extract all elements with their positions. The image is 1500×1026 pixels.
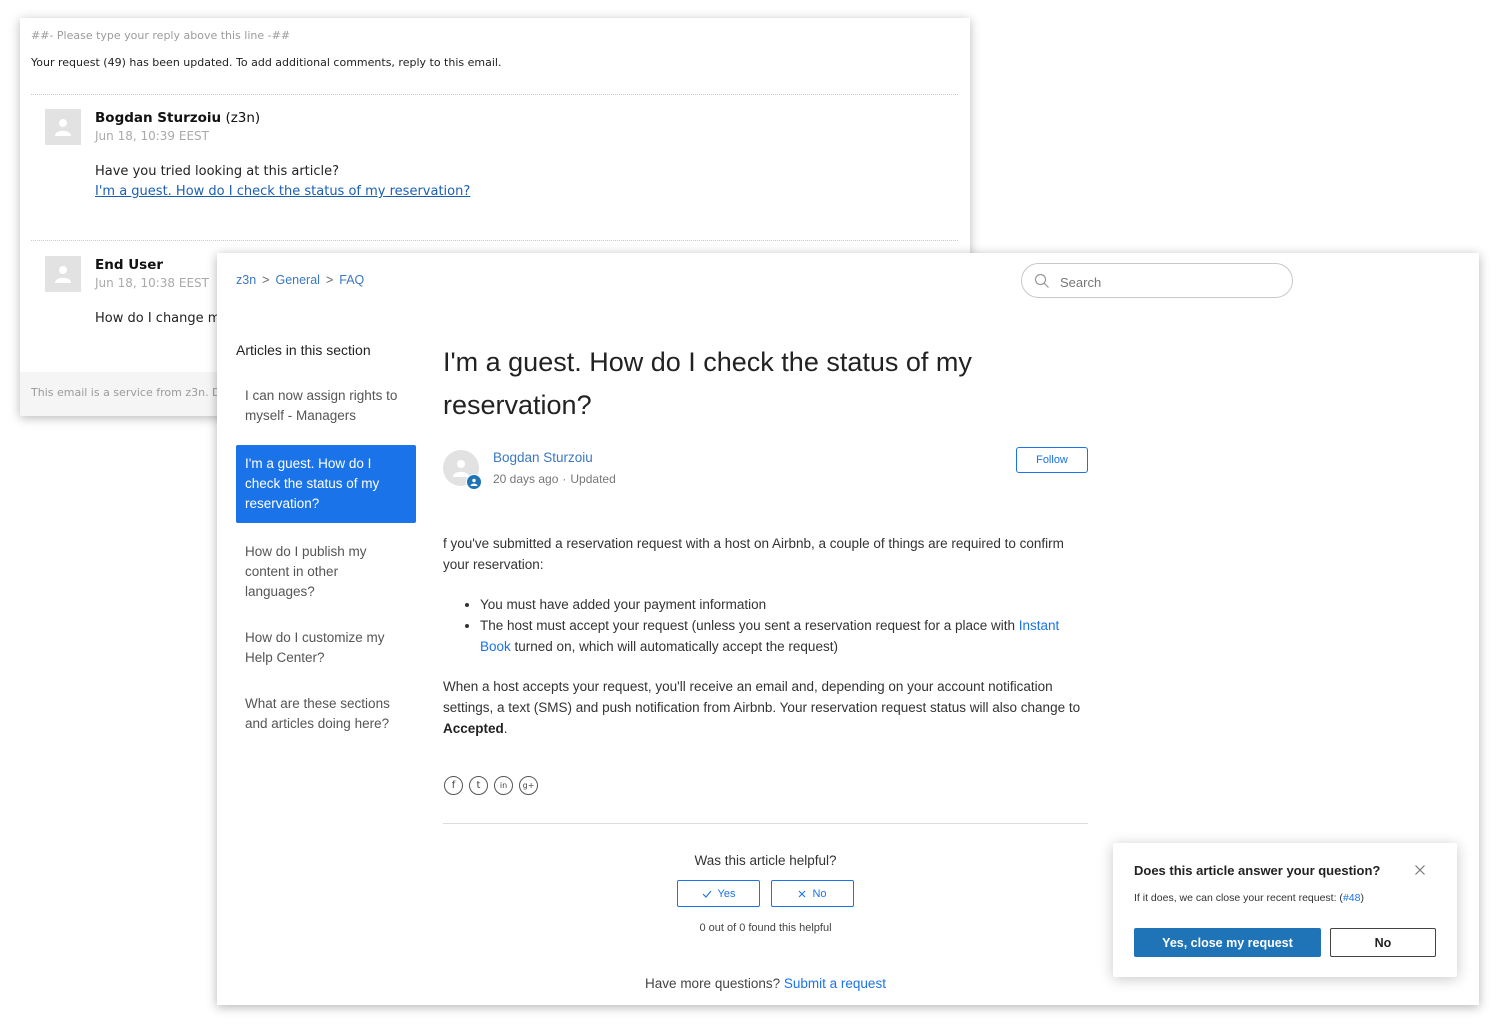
popup-title: Does this article answer your question? xyxy=(1134,863,1381,878)
email-divider xyxy=(31,240,958,241)
search-box[interactable] xyxy=(1021,263,1293,298)
follow-button[interactable]: Follow xyxy=(1016,447,1088,473)
close-request-button[interactable]: Yes, close my request xyxy=(1134,928,1321,957)
comment-date: Jun 18, 10:38 EEST xyxy=(95,276,209,290)
vote-no-label: No xyxy=(812,887,827,900)
more-questions: Have more questions? Submit a request xyxy=(645,976,886,991)
comment-author: End User xyxy=(95,257,164,273)
content-divider xyxy=(443,823,1088,824)
email-footer-text: This email is a service from z3n. D xyxy=(31,386,221,399)
avatar xyxy=(45,109,81,145)
article-body: f you've submitted a reservation request… xyxy=(443,533,1093,758)
breadcrumb-item-home[interactable]: z3n xyxy=(236,273,256,287)
comment-body: How do I change my xyxy=(95,311,229,326)
avatar xyxy=(45,256,81,292)
article-status: Updated xyxy=(570,472,616,486)
section-title: Articles in this section xyxy=(236,342,371,358)
article-link[interactable]: I'm a guest. How do I check the status o… xyxy=(95,184,470,199)
submit-request-link[interactable]: Submit a request xyxy=(784,976,886,991)
reply-line-notice: ##- Please type your reply above this li… xyxy=(31,29,291,42)
facebook-icon[interactable]: f xyxy=(444,776,463,795)
keep-request-button[interactable]: No xyxy=(1330,928,1436,957)
search-icon xyxy=(1034,273,1049,288)
list-item: The host must accept your request (unles… xyxy=(480,615,1093,657)
meta-dot: · xyxy=(562,472,567,486)
user-icon xyxy=(55,266,71,283)
vote-yes-label: Yes xyxy=(717,887,736,900)
article-bullet-list: You must have added your payment informa… xyxy=(443,594,1093,657)
article-list-item[interactable]: What are these sections and articles doi… xyxy=(236,685,416,743)
user-icon xyxy=(55,119,71,136)
article-title: I'm a guest. How do I check the status o… xyxy=(443,347,972,420)
agent-badge-icon xyxy=(466,474,482,490)
helpful-question: Was this article helpful? xyxy=(694,853,837,868)
article-paragraph: When a host accepts your request, you'll… xyxy=(443,679,1081,736)
vote-count: 0 out of 0 found this helpful xyxy=(699,922,832,934)
breadcrumb: z3n > General > FAQ xyxy=(236,273,364,287)
request-link[interactable]: #48 xyxy=(1343,892,1361,904)
article-list: I can now assign rights to myself - Mana… xyxy=(236,377,416,751)
comment-date: Jun 18, 10:39 EEST xyxy=(95,129,209,143)
close-icon[interactable] xyxy=(1414,864,1426,876)
article-list-item[interactable]: How do I publish my content in other lan… xyxy=(236,533,416,611)
request-updated-notice: Your request (49) has been updated. To a… xyxy=(31,56,502,69)
share-buttons: f t in g+ xyxy=(444,776,538,795)
breadcrumb-separator: > xyxy=(325,273,334,287)
article-age: 20 days ago xyxy=(493,472,559,486)
article-list-item-active[interactable]: I'm a guest. How do I check the status o… xyxy=(236,445,416,523)
close-icon xyxy=(799,890,806,897)
breadcrumb-item-section[interactable]: FAQ xyxy=(339,273,364,287)
popup-text: If it does, we can close your recent req… xyxy=(1134,892,1364,904)
vote-no-button[interactable]: No xyxy=(771,880,854,907)
breadcrumb-separator: > xyxy=(262,273,270,287)
breadcrumb-item-category[interactable]: General xyxy=(275,273,319,287)
article-list-item[interactable]: I can now assign rights to myself - Mana… xyxy=(236,377,416,435)
user-icon xyxy=(453,460,469,477)
accepted-status-text: Accepted xyxy=(443,721,504,736)
googleplus-icon[interactable]: g+ xyxy=(519,776,538,795)
request-close-popup: Does this article answer your question? … xyxy=(1113,843,1457,977)
linkedin-icon[interactable]: in xyxy=(494,776,513,795)
email-divider xyxy=(31,94,958,95)
article-list-item[interactable]: How do I customize my Help Center? xyxy=(236,619,416,677)
check-icon xyxy=(702,890,711,898)
twitter-icon[interactable]: t xyxy=(469,776,488,795)
comment-body: Have you tried looking at this article? xyxy=(95,164,340,179)
search-input[interactable] xyxy=(1058,271,1282,293)
author-name[interactable]: Bogdan Sturzoiu xyxy=(493,450,593,465)
article-meta: 20 days ago · Updated xyxy=(493,472,616,486)
comment-author: Bogdan Sturzoiu (z3n) xyxy=(95,110,261,126)
list-item: You must have added your payment informa… xyxy=(480,594,1093,615)
article-paragraph: f you've submitted a reservation request… xyxy=(443,536,1064,572)
vote-yes-button[interactable]: Yes xyxy=(677,880,760,907)
